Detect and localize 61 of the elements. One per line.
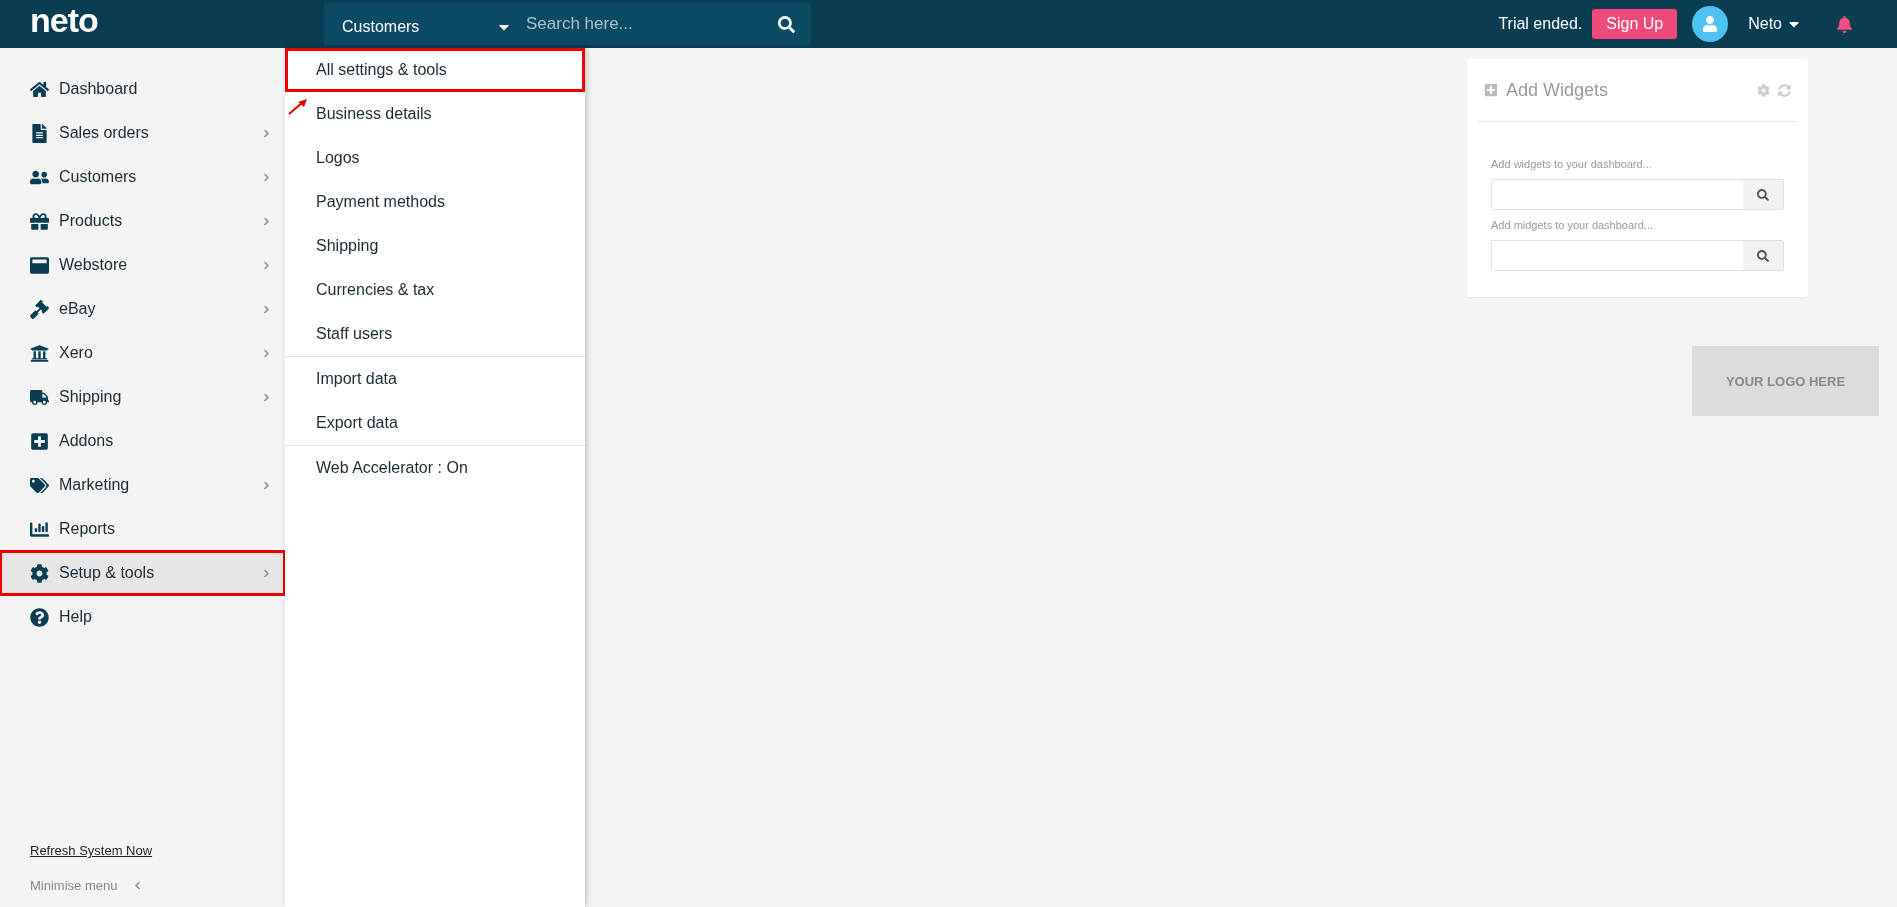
search-scope-dropdown[interactable]: Customers: [324, 3, 524, 45]
dropdown-item[interactable]: Staff users: [285, 312, 585, 356]
window-icon: [30, 255, 49, 275]
dropdown-item[interactable]: Logos: [285, 136, 585, 180]
sidebar-item[interactable]: Help: [0, 595, 285, 639]
refresh-icon[interactable]: [1778, 83, 1791, 97]
field-label: Add midgets to your dashboard...: [1491, 219, 1655, 231]
search-field[interactable]: Search here...: [524, 3, 811, 45]
help-icon: [30, 607, 49, 627]
chevron-icon: [133, 881, 143, 890]
home-icon: [30, 79, 49, 99]
chart-icon: [30, 519, 49, 539]
settings-icon[interactable]: [1757, 83, 1770, 97]
sidebar-item[interactable]: Dashboard: [0, 67, 285, 111]
bank-icon: [30, 343, 49, 363]
document-icon: [30, 123, 49, 143]
sidebar-item[interactable]: Shipping: [0, 375, 285, 419]
dropdown-item[interactable]: Web Accelerator : On: [285, 446, 585, 490]
sidebar-item[interactable]: Webstore: [0, 243, 285, 287]
neto-logo[interactable]: neto: [30, 0, 324, 44]
tag-icon: [30, 475, 49, 495]
annotation-arrow: [287, 98, 309, 116]
sign-up-button[interactable]: Sign Up: [1592, 9, 1678, 39]
sidebar-item[interactable]: Setup & tools: [0, 551, 285, 595]
settings-icon: [30, 563, 49, 583]
dropdown-item[interactable]: Import data: [285, 357, 585, 401]
search-icon[interactable]: [778, 15, 795, 33]
search-button[interactable]: [1743, 180, 1783, 209]
field-label: Add widgets to your dashboard...: [1491, 158, 1653, 170]
sidebar-item[interactable]: eBay: [0, 287, 285, 331]
sidebar-item[interactable]: Products: [0, 199, 285, 243]
truck-icon: [30, 387, 49, 407]
avatar-icon[interactable]: [1692, 6, 1729, 42]
gavel-icon: [30, 299, 49, 319]
input-field[interactable]: [1491, 240, 1784, 271]
plus-icon: [1484, 83, 1498, 97]
dropdown-item[interactable]: Payment methods: [285, 180, 585, 224]
dropdown-item[interactable]: Business details: [285, 92, 585, 136]
dropdown-item[interactable]: Shipping: [285, 224, 585, 268]
sidebar-item[interactable]: Marketing: [0, 463, 285, 507]
bell-icon[interactable]: [1836, 15, 1853, 33]
sidebar-item[interactable]: Addons: [0, 419, 285, 463]
logo-placeholder-text: YOUR LOGO HERE: [1725, 373, 1846, 389]
sidebar-item[interactable]: Customers: [0, 155, 285, 199]
trial-notice: Trial ended.: [1498, 15, 1583, 33]
search-icon: [1757, 188, 1769, 201]
dropdown-item[interactable]: All settings & tools: [285, 48, 585, 92]
refresh-link[interactable]: Refresh System Now: [30, 843, 285, 858]
sidebar-item[interactable]: Xero: [0, 331, 285, 375]
search-input[interactable]: Search here...: [524, 13, 778, 35]
sidebar-item[interactable]: Reports: [0, 507, 285, 551]
panel-title: Add Widgets: [1506, 79, 1610, 101]
dropdown-item[interactable]: Export data: [285, 401, 585, 445]
search-icon: [1757, 249, 1769, 262]
sidebar-item[interactable]: Sales orders: [0, 111, 285, 155]
input-field[interactable]: [1491, 179, 1784, 210]
plus-icon: [30, 431, 49, 451]
user-menu-button[interactable]: Neto: [1742, 14, 1808, 34]
dropdown-item[interactable]: Currencies & tax: [285, 268, 585, 312]
gift-icon: [30, 211, 49, 231]
search-button[interactable]: [1743, 241, 1783, 270]
